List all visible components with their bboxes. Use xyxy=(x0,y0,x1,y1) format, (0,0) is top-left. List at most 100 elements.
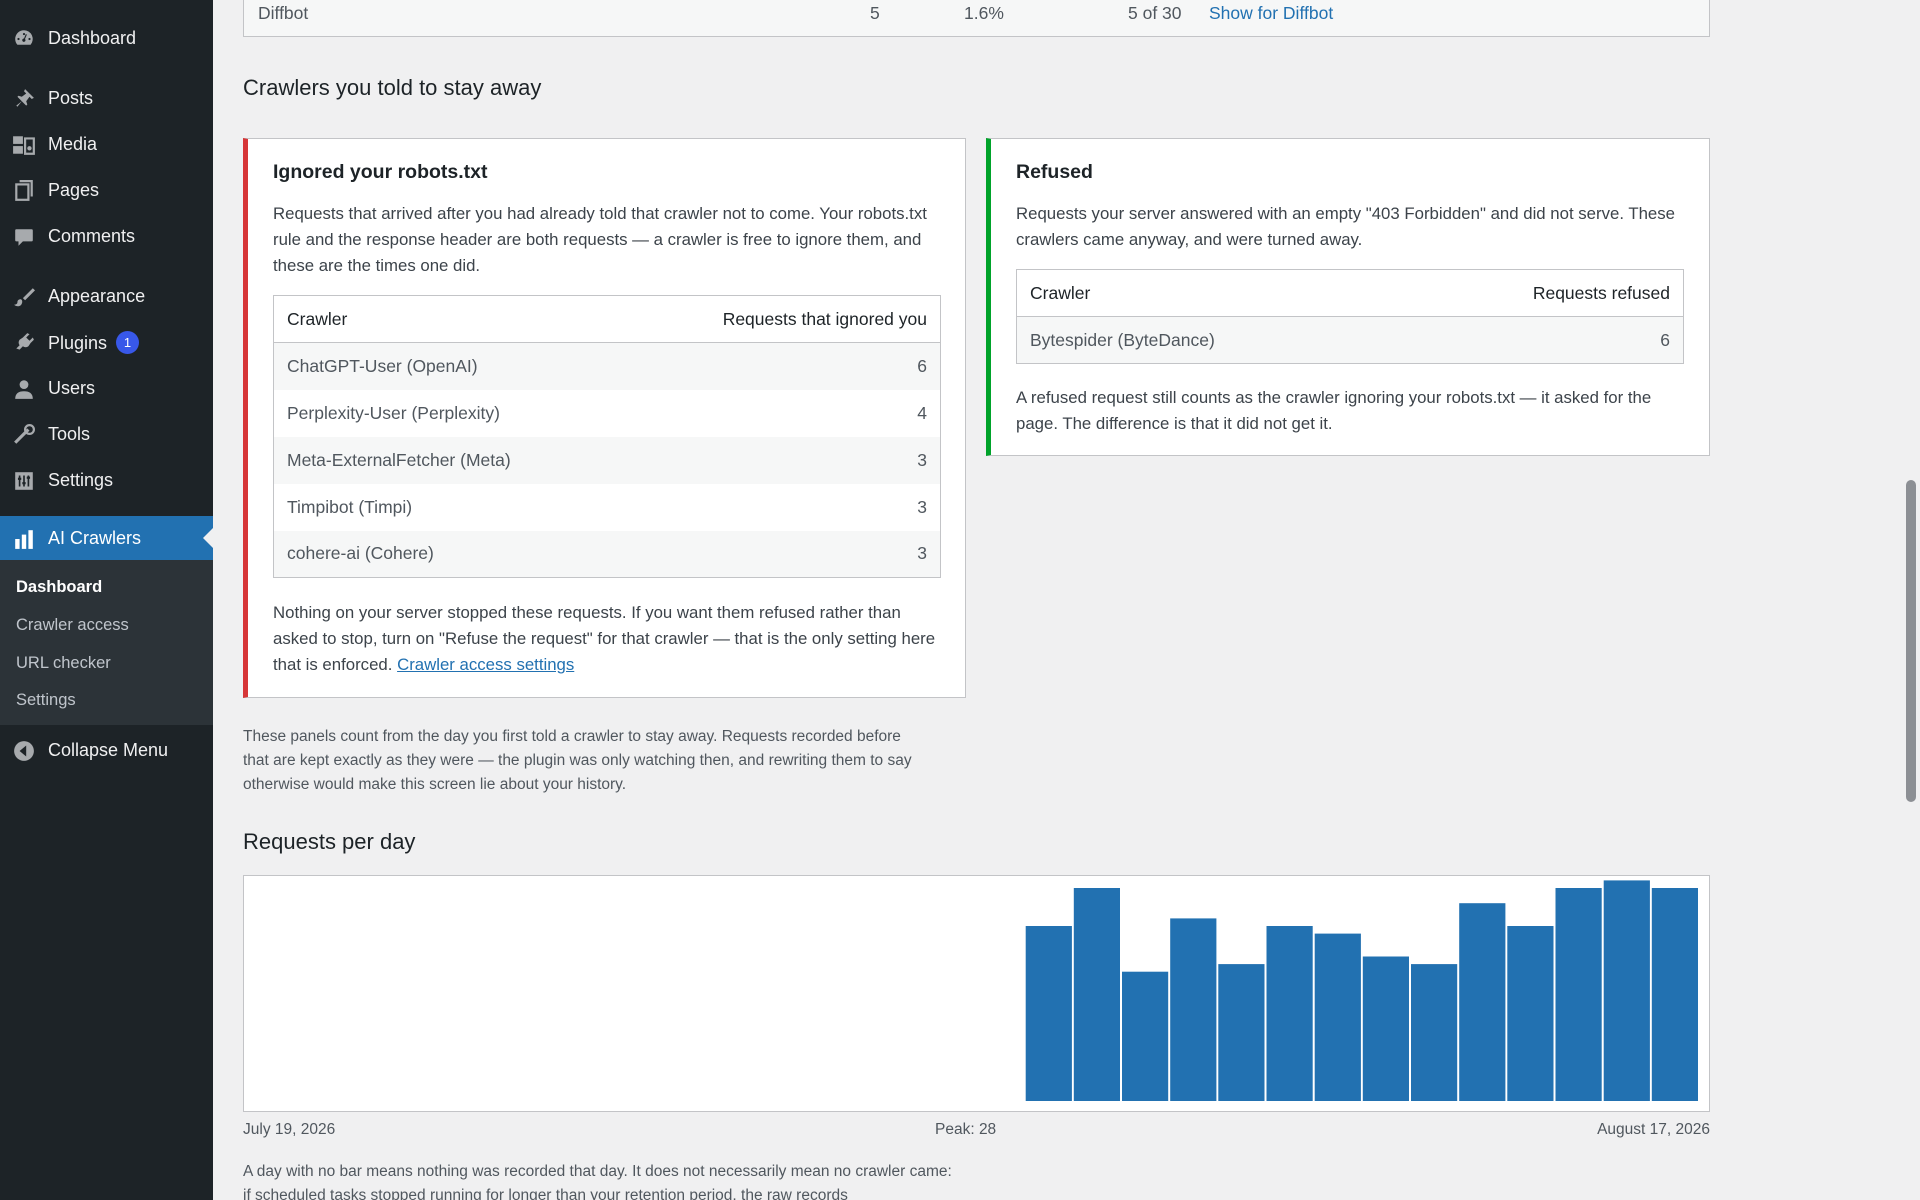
chart-bar xyxy=(1651,888,1698,1101)
ignored-table: Crawler Requests that ignored you ChatGP… xyxy=(273,295,941,578)
refused-table: Crawler Requests refused Bytespider (Byt… xyxy=(1016,269,1684,364)
menu-label: Tools xyxy=(48,424,91,444)
menu-label: Posts xyxy=(48,88,94,108)
menu-label: Settings xyxy=(48,470,114,490)
chart-peak-label: Peak: 28 xyxy=(935,1121,997,1138)
column-header-crawler: Crawler xyxy=(273,295,621,343)
request-share: 1.6% xyxy=(964,3,1004,23)
update-count-badge: 1 xyxy=(116,331,140,354)
chart-svg xyxy=(1025,880,1698,1101)
section-heading-per-day: Requests per day xyxy=(243,829,416,854)
bar-chart-icon xyxy=(12,527,36,551)
request-count: 6 xyxy=(1392,316,1684,364)
menu-dashboard[interactable]: Dashboard xyxy=(0,16,213,61)
table-row: Bytespider (ByteDance) 6 xyxy=(1016,316,1684,364)
request-count: 3 xyxy=(917,496,927,517)
menu-appearance[interactable]: Appearance xyxy=(0,274,213,319)
menu-posts[interactable]: Posts xyxy=(0,76,213,121)
wrench-icon xyxy=(12,423,36,447)
submenu-url-checker[interactable]: URL checker xyxy=(16,654,111,673)
request-count: 3 xyxy=(620,436,941,484)
crawler-name: cohere-ai (Cohere) xyxy=(273,530,621,578)
panel-intro: Requests your server answered with an em… xyxy=(1016,204,1675,249)
chart-bar xyxy=(1170,918,1217,1101)
panel-footer: Nothing on your server stopped these req… xyxy=(273,600,943,678)
crawler-name: Meta-ExternalFetcher (Meta) xyxy=(273,436,621,484)
user-icon xyxy=(12,377,36,401)
menu-pages[interactable]: Pages xyxy=(0,168,213,213)
dashboard-icon xyxy=(12,27,36,51)
refused-panel: Refused Requests your server answered wi… xyxy=(986,138,1710,456)
panel-intro: Requests that arrived after you had alre… xyxy=(273,204,927,275)
show-for-crawler-link[interactable]: Show for Diffbot xyxy=(1209,3,1333,24)
scrollbar-thumb[interactable] xyxy=(1906,480,1916,802)
section-heading-stay-away: Crawlers you told to stay away xyxy=(243,75,542,100)
plugins-label: Plugins xyxy=(48,333,108,353)
history-note: These panels count from the day you firs… xyxy=(243,728,912,793)
table-row: ChatGPT-User (OpenAI) 6 xyxy=(273,342,941,390)
chart-bar xyxy=(1411,964,1458,1101)
chart-bar xyxy=(1459,903,1506,1101)
crawler-name: Diffbot xyxy=(258,3,309,23)
menu-label: Users xyxy=(48,378,96,398)
chart-bar xyxy=(1073,888,1120,1101)
menu-settings[interactable]: Settings xyxy=(0,458,213,503)
menu-ai-crawlers[interactable]: AI Crawlers xyxy=(0,516,213,561)
chart-bar xyxy=(1218,964,1265,1101)
crawler-name: Timpibot (Timpi) xyxy=(287,496,413,517)
sliders-icon xyxy=(12,469,36,493)
chart-bar xyxy=(1362,956,1409,1101)
panel-footer-text: Nothing on your server stopped these req… xyxy=(273,603,936,674)
panel-title: Ignored your robots.txt xyxy=(273,161,488,183)
menu-label: Media xyxy=(48,134,98,154)
chart-bar xyxy=(1603,880,1650,1101)
menu-comments[interactable]: Comments xyxy=(0,214,213,259)
submenu-dashboard[interactable]: Dashboard xyxy=(16,578,102,597)
menu-label: AI Crawlers xyxy=(48,528,142,548)
request-count: 6 xyxy=(620,342,941,390)
media-icon xyxy=(12,133,36,157)
submenu-crawler-access[interactable]: Crawler access xyxy=(16,616,129,635)
ai-crawlers-submenu: Dashboard Crawler access URL checker Set… xyxy=(0,560,213,725)
chart-bar xyxy=(1507,926,1554,1101)
chart-bar xyxy=(1122,971,1169,1101)
menu-tools[interactable]: Tools xyxy=(0,412,213,457)
scrollbar[interactable] xyxy=(1903,0,1920,1200)
chart-bar xyxy=(1266,926,1313,1101)
chart-note: A day with no bar means nothing was reco… xyxy=(243,1163,952,1200)
menu-label: Appearance xyxy=(48,286,146,306)
submenu-settings[interactable]: Settings xyxy=(16,691,76,710)
crawler-access-settings-link[interactable]: Crawler access settings xyxy=(397,655,574,674)
panel-title: Refused xyxy=(1016,161,1093,183)
crawler-table-row: Diffbot 5 1.6% 5 of 30 Show for Diffbot xyxy=(243,0,1710,37)
plug-icon xyxy=(12,331,36,355)
crawler-name: Bytespider (ByteDance) xyxy=(1016,316,1393,364)
chart-end-date: August 17, 2026 xyxy=(1597,1121,1710,1138)
menu-plugins[interactable]: Plugins 1 xyxy=(0,320,213,365)
menu-label: Pages xyxy=(48,180,100,200)
table-row: Perplexity-User (Perplexity) 4 xyxy=(274,390,941,437)
table-row: Timpibot (Timpi) 3 xyxy=(274,484,941,531)
ignored-robots-panel: Ignored your robots.txt Requests that ar… xyxy=(243,138,966,698)
request-count: 4 xyxy=(917,402,927,423)
column-header-crawler: Crawler xyxy=(1016,269,1393,317)
chart-bar xyxy=(1025,926,1072,1101)
requests-per-day-chart xyxy=(243,875,1710,1112)
request-count: 5 xyxy=(870,3,880,23)
days-seen: 5 of 30 xyxy=(1128,3,1182,23)
column-header-count: Requests refused xyxy=(1392,269,1684,317)
menu-users[interactable]: Users xyxy=(0,366,213,411)
menu-media[interactable]: Media xyxy=(0,122,213,167)
collapse-menu-button[interactable]: Collapse Menu xyxy=(0,728,213,773)
request-count: 3 xyxy=(620,530,941,578)
crawler-name: Perplexity-User (Perplexity) xyxy=(287,402,500,423)
chart-bar xyxy=(1314,933,1361,1101)
table-row: Meta-ExternalFetcher (Meta) 3 xyxy=(273,436,941,484)
pin-icon xyxy=(12,87,36,111)
main-content: Diffbot 5 1.6% 5 of 30 Show for Diffbot … xyxy=(213,0,1903,1200)
chart-start-date: July 19, 2026 xyxy=(243,1121,336,1138)
chart-bar xyxy=(1555,888,1602,1101)
admin-sidebar: Dashboard Posts Media Pages Comments App… xyxy=(0,0,213,1200)
column-header-count: Requests that ignored you xyxy=(620,295,941,343)
menu-label: Collapse Menu xyxy=(48,740,169,760)
